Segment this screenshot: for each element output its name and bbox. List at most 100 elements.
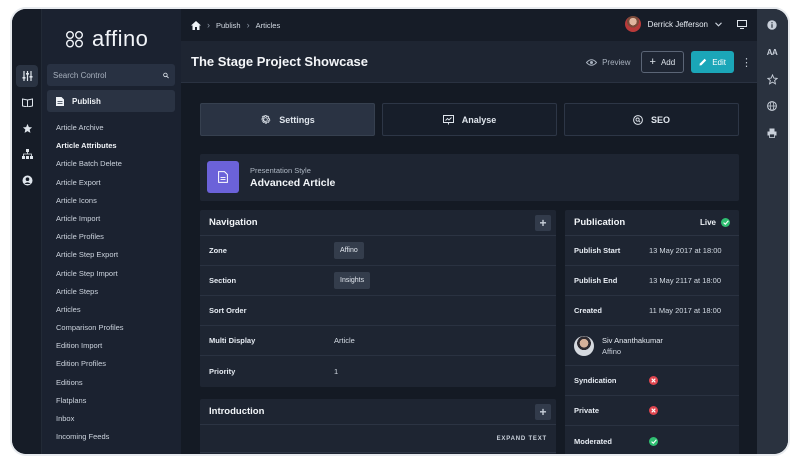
row-key: Moderated: [574, 436, 612, 446]
info-icon[interactable]: [765, 18, 779, 32]
affino-logo[interactable]: affino: [64, 26, 148, 52]
sidebar-item-article-export[interactable]: Article Export: [56, 174, 124, 192]
edit-button[interactable]: Edit: [691, 51, 734, 73]
sidebar-item-article-step-import[interactable]: Article Step Import: [56, 265, 124, 283]
tab-bar: Settings Analyse SEO: [200, 103, 739, 136]
cross-icon[interactable]: [649, 406, 658, 415]
sidebar-item-edition-import[interactable]: Edition Import: [56, 337, 124, 355]
sidebar-item-articles[interactable]: Articles: [56, 301, 124, 319]
font-size-icon[interactable]: AA: [765, 45, 779, 59]
search-control: [47, 64, 175, 86]
search-icon[interactable]: [163, 71, 169, 80]
table-row: Section Insights: [200, 266, 556, 296]
sidebar-nav-list: Article Archive Article Attributes Artic…: [56, 119, 124, 446]
sidebar-item-article-step-export[interactable]: Article Step Export: [56, 246, 124, 264]
sidebar-item-inbox[interactable]: Inbox: [56, 410, 124, 428]
user-name: Derrick Jefferson: [647, 19, 708, 29]
sliders-icon[interactable]: [16, 65, 38, 87]
chevron-right-icon: ›: [246, 20, 250, 30]
check-icon[interactable]: [649, 436, 658, 446]
add-button[interactable]: + Add: [640, 51, 685, 73]
expand-text-button[interactable]: EXPAND TEXT: [497, 436, 547, 442]
breadcrumb-item-articles[interactable]: Articles: [256, 21, 281, 30]
sitemap-icon[interactable]: [16, 143, 38, 165]
affino-logo-icon: [66, 31, 83, 48]
table-row: Multi Display Article: [200, 326, 556, 356]
presentation-style-card[interactable]: Presentation Style Advanced Article: [200, 154, 739, 201]
plus-icon: +: [649, 56, 656, 68]
avatar: [624, 16, 641, 32]
table-row: Syndication: [565, 366, 739, 396]
gear-icon: [261, 114, 271, 124]
row-key: Multi Display: [209, 336, 256, 345]
sidebar-item-article-steps[interactable]: Article Steps: [56, 283, 124, 301]
pencil-icon: [699, 58, 707, 66]
sidebar: affino Publish Article Archive Article A…: [42, 9, 181, 454]
book-open-icon[interactable]: [16, 91, 38, 113]
sidebar-section-publish[interactable]: Publish: [47, 90, 175, 112]
publication-header: Publication Live: [565, 210, 739, 236]
tab-seo[interactable]: SEO: [564, 103, 739, 136]
navigation-panel: Navigation + Zone Affino Section Insight…: [200, 210, 556, 387]
home-icon[interactable]: [191, 20, 201, 30]
publication-panel: Publication Live Publish Start 13 May 20…: [565, 210, 739, 454]
sidebar-item-article-icons[interactable]: Article Icons: [56, 192, 124, 210]
globe-icon[interactable]: [765, 99, 779, 113]
sidebar-item-article-profiles[interactable]: Article Profiles: [56, 228, 124, 246]
left-icon-rail: [12, 9, 42, 454]
row-value: Article: [334, 336, 355, 345]
sidebar-item-incoming-feeds[interactable]: Incoming Feeds: [56, 428, 124, 446]
preview-button[interactable]: Preview: [586, 58, 631, 67]
breadcrumb-item-publish[interactable]: Publish: [216, 21, 241, 30]
panel-title: Publication: [574, 217, 626, 228]
cross-icon[interactable]: [649, 376, 658, 385]
main-content: Settings Analyse SEO Presentation Style …: [181, 84, 757, 454]
right-icon-rail: AA: [757, 9, 788, 454]
eye-icon: [586, 58, 598, 66]
zone-chip[interactable]: Affino: [334, 242, 364, 259]
sidebar-item-edition-profiles[interactable]: Edition Profiles: [56, 355, 124, 373]
star-outline-icon[interactable]: [765, 72, 779, 86]
row-value[interactable]: 13 May 2017 at 18:00: [649, 246, 722, 255]
star-icon[interactable]: [16, 117, 38, 139]
row-key: Zone: [209, 246, 227, 255]
row-key: Section: [209, 276, 237, 285]
search-input[interactable]: [53, 70, 163, 80]
user-circle-icon[interactable]: [16, 169, 38, 191]
row-value: 1: [334, 366, 339, 376]
sidebar-item-article-batch-delete[interactable]: Article Batch Delete: [56, 155, 124, 173]
table-row: Zone Affino: [200, 236, 556, 266]
status-label: Live: [699, 218, 716, 227]
row-value: 11 May 2017 at 18:00: [649, 306, 721, 315]
panel-title: Introduction: [209, 406, 265, 417]
more-options-icon[interactable]: ⋮: [741, 56, 752, 69]
print-icon[interactable]: [765, 126, 779, 140]
top-bar: › Publish › Articles Derrick Jefferson: [181, 9, 757, 41]
section-chip[interactable]: Insights: [334, 272, 371, 289]
sidebar-item-article-archive[interactable]: Article Archive: [56, 119, 124, 137]
add-navigation-button[interactable]: +: [535, 215, 551, 231]
sidebar-item-article-import[interactable]: Article Import: [56, 210, 124, 228]
tab-analyse[interactable]: Analyse: [382, 103, 557, 136]
sidebar-item-article-attributes[interactable]: Article Attributes: [56, 137, 124, 155]
user-menu[interactable]: Derrick Jefferson: [624, 16, 747, 32]
document-icon: [207, 161, 239, 193]
sidebar-section-label: Publish: [72, 96, 101, 106]
table-row: Priority 1: [200, 356, 556, 386]
table-row: Sort Order: [200, 296, 556, 326]
row-value[interactable]: 13 May 2117 at 18:00: [649, 276, 721, 285]
add-label: Add: [660, 57, 676, 67]
add-introduction-button[interactable]: +: [535, 404, 551, 420]
table-row: Publish Start 13 May 2017 at 18:00: [565, 236, 739, 266]
tab-label: Analyse: [461, 114, 497, 125]
monitor-icon[interactable]: [737, 19, 747, 29]
row-key: Created: [574, 306, 602, 315]
tab-settings[interactable]: Settings: [200, 103, 375, 136]
sidebar-item-editions[interactable]: Editions: [56, 374, 124, 392]
sidebar-item-comparison-profiles[interactable]: Comparison Profiles: [56, 319, 124, 337]
chevron-right-icon: ›: [207, 20, 210, 30]
sidebar-item-flatplans[interactable]: Flatplans: [56, 392, 124, 410]
author-row[interactable]: Siv Ananthakumar Affino: [565, 326, 739, 366]
introduction-header: Introduction +: [200, 399, 556, 425]
divider: [200, 452, 556, 453]
